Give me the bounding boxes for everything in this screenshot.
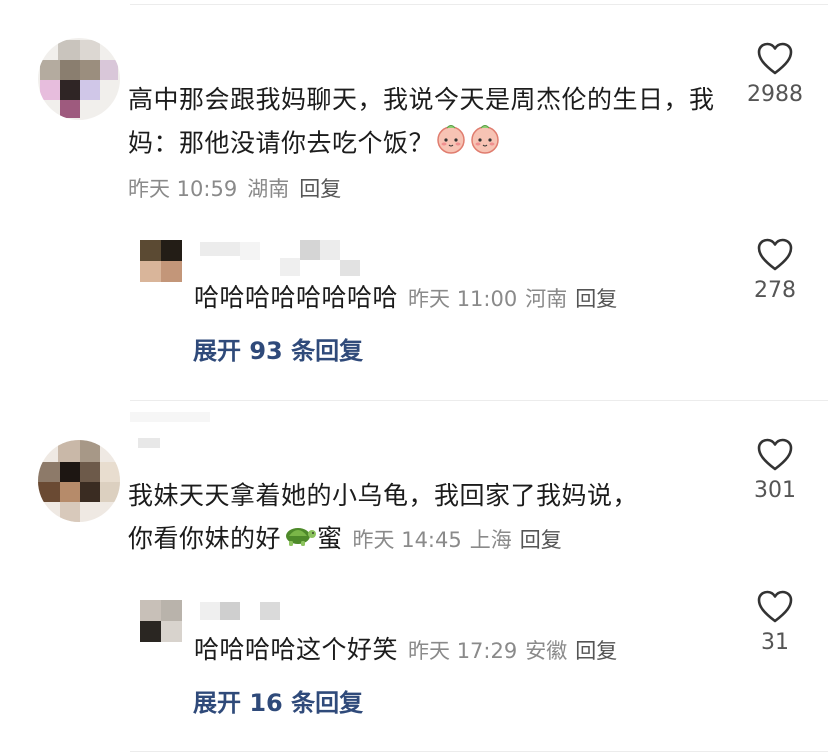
reply-avatar[interactable]	[140, 600, 182, 642]
avatar[interactable]	[38, 38, 120, 120]
reply-text: 哈哈哈哈这个好笑 昨天 17:29 安徽 回复	[194, 635, 618, 664]
comment-text: 我妹天天拿着她的小乌龟，我回家了我妈说， 你看你妹的好 蜜昨天 14:45 上海回…	[128, 474, 728, 563]
heart-icon	[757, 438, 793, 471]
comment-location: 上海	[469, 528, 512, 552]
avatar-mosaic	[38, 38, 120, 120]
reply-time: 昨天 11:00	[408, 287, 518, 311]
reply-avatar-mosaic	[140, 600, 182, 642]
reply-text: 哈哈哈哈哈哈哈哈 昨天 11:00 河南 回复	[194, 283, 618, 312]
turtle-icon	[281, 518, 317, 563]
comment-time: 昨天 10:59	[128, 177, 238, 201]
like-count: 278	[754, 278, 796, 303]
comment-text: 高中那会跟我妈聊天，我说今天是周杰伦的生日，我妈：那他没请你去吃个饭？	[128, 78, 718, 168]
comment-time: 昨天 14:45	[352, 528, 462, 552]
comment-location: 湖南	[247, 177, 290, 201]
expand-replies-button[interactable]: 展开 93 条回复	[193, 334, 363, 368]
reply-avatar[interactable]	[140, 240, 182, 282]
peach-blush-icon	[434, 121, 468, 168]
comment-meta: 昨天 10:59 湖南 回复	[128, 174, 351, 204]
reply-button[interactable]: 回复	[575, 639, 617, 663]
username-mosaic[interactable]	[200, 238, 360, 278]
username-mosaic[interactable]	[200, 600, 290, 622]
like-count: 301	[754, 478, 796, 503]
divider	[130, 400, 828, 401]
like-count: 2988	[747, 82, 803, 107]
reply-location: 河南	[525, 287, 568, 311]
reply-location: 安徽	[525, 639, 568, 663]
heart-icon	[757, 590, 793, 623]
divider	[130, 751, 828, 752]
reply-button[interactable]: 回复	[299, 177, 341, 201]
peach-blush-icon	[468, 121, 502, 168]
like-count: 31	[761, 630, 789, 655]
avatar-mosaic	[38, 440, 120, 522]
reply-button[interactable]: 回复	[520, 528, 562, 552]
reply-button[interactable]: 回复	[575, 287, 617, 311]
heart-icon	[757, 238, 793, 271]
heart-icon	[757, 42, 793, 75]
reply-time: 昨天 17:29	[408, 639, 518, 663]
avatar[interactable]	[38, 440, 120, 522]
expand-replies-button[interactable]: 展开 16 条回复	[193, 686, 363, 720]
username-mosaic[interactable]	[130, 410, 210, 450]
like-button[interactable]: 301	[730, 438, 820, 503]
like-button[interactable]: 31	[730, 590, 820, 655]
like-button[interactable]: 278	[730, 238, 820, 303]
reply-avatar-mosaic	[140, 240, 182, 282]
like-button[interactable]: 2988	[730, 42, 820, 107]
divider-top	[130, 4, 828, 5]
